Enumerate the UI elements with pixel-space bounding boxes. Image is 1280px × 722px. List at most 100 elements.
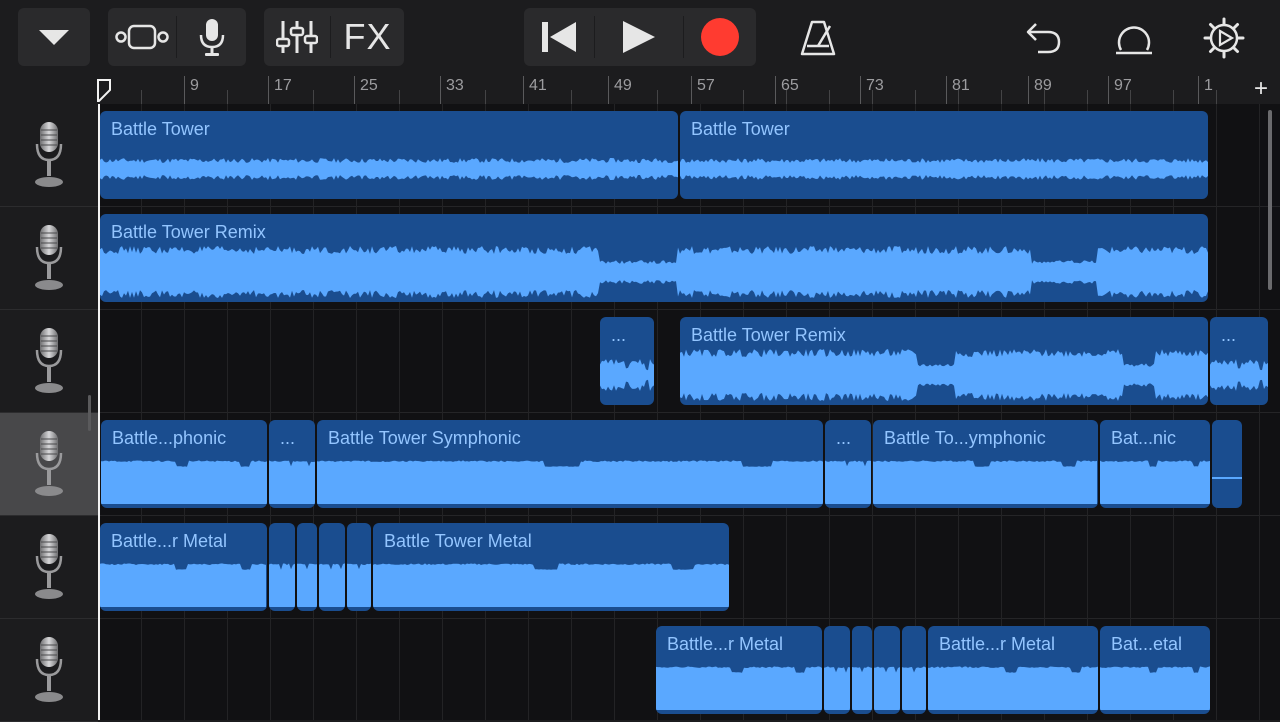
ruler-bar-tick	[268, 76, 269, 104]
tracks-view-icon	[115, 24, 169, 50]
waveform	[269, 460, 315, 504]
track-header[interactable]	[0, 516, 98, 619]
play-icon	[623, 21, 655, 53]
waveform	[824, 666, 850, 710]
audio-region[interactable]: Battle Tower Remix	[100, 214, 1208, 302]
tracks-area[interactable]: Battle Tower Battle Tower Battle Tower Rem…	[98, 104, 1280, 720]
track-header[interactable]	[0, 619, 98, 722]
ruler-bar-number: 57	[697, 77, 715, 94]
ruler-minor-tick	[743, 90, 744, 104]
audio-region[interactable]: Battle Tower Symphonic	[317, 420, 823, 508]
audio-region[interactable]: Battle...r Metal	[656, 626, 822, 714]
track-header[interactable]	[0, 413, 98, 516]
ruler-minor-tick	[1130, 90, 1131, 104]
audio-region[interactable]: Battle Tower	[680, 111, 1208, 199]
audio-region[interactable]: Battle...r Metal	[928, 626, 1098, 714]
ruler-minor-tick	[1173, 90, 1174, 104]
microphone-icon	[35, 225, 63, 290]
go-to-beginning-button[interactable]	[524, 8, 594, 66]
ruler-bar-tick	[1028, 76, 1029, 104]
playhead-handle[interactable]	[97, 76, 111, 102]
ruler-bar-number: 1	[1204, 77, 1213, 94]
audio-region[interactable]	[269, 523, 295, 611]
audio-region[interactable]	[852, 626, 872, 714]
audio-region[interactable]: Battle Tower Metal	[373, 523, 729, 611]
waveform	[373, 563, 729, 607]
settings-button[interactable]	[1194, 10, 1254, 66]
transport-group	[524, 8, 756, 66]
smart-controls-button[interactable]	[177, 8, 246, 66]
ruler-bar-tick	[440, 76, 441, 104]
ruler-minor-tick	[1087, 90, 1088, 104]
ruler-minor-tick	[657, 90, 658, 104]
audio-region[interactable]: ...	[1210, 317, 1268, 405]
waveform	[928, 666, 1098, 710]
header-resize-handle[interactable]	[88, 395, 91, 431]
waveform	[1212, 477, 1242, 479]
ruler-bar-tick	[860, 76, 861, 104]
audio-region[interactable]: ...	[825, 420, 871, 508]
grid-line	[1259, 104, 1260, 720]
audio-region[interactable]: Battle...phonic	[101, 420, 267, 508]
audio-region[interactable]	[319, 523, 345, 611]
microphone-icon	[35, 122, 63, 187]
ruler-bar-number: 25	[360, 77, 378, 94]
audio-region[interactable]: Bat...etal	[1100, 626, 1210, 714]
loop-browser-button[interactable]	[1104, 10, 1164, 66]
region-name: Battle...phonic	[112, 428, 227, 448]
undo-button[interactable]	[1014, 10, 1074, 66]
audio-region[interactable]	[902, 626, 926, 714]
ruler-bar-tick	[1198, 76, 1199, 104]
ruler-minor-tick	[313, 90, 314, 104]
fx-button[interactable]: FX	[331, 8, 404, 66]
playhead[interactable]	[98, 104, 100, 720]
waveform	[852, 666, 872, 710]
ruler-minor-tick	[141, 90, 142, 104]
bar-ruler[interactable]: 9 17 25 33 41 49 57 65 73 81 89 97 1 +	[98, 76, 1280, 105]
audio-region[interactable]: ...	[269, 420, 315, 508]
track-header[interactable]	[0, 104, 98, 207]
skip-back-icon	[542, 22, 576, 52]
ruler-bar-number: 33	[446, 77, 464, 94]
audio-region[interactable]: Bat...nic	[1100, 420, 1210, 508]
ruler-minor-tick	[872, 90, 873, 104]
audio-region[interactable]: Battle...r Metal	[100, 523, 267, 611]
track-header[interactable]	[0, 310, 98, 413]
ruler-minor-tick	[571, 90, 572, 104]
vertical-scrollbar[interactable]	[1268, 110, 1272, 290]
audio-region[interactable]	[1212, 420, 1242, 508]
audio-region[interactable]: Battle Tower Remix	[680, 317, 1208, 405]
tracks-view-button[interactable]	[108, 8, 176, 66]
record-button[interactable]	[684, 8, 756, 66]
grid-line	[1216, 104, 1217, 720]
audio-region[interactable]: ...	[600, 317, 654, 405]
waveform	[347, 563, 371, 607]
ruler-minor-tick	[1044, 90, 1045, 104]
mixer-button[interactable]	[264, 8, 330, 66]
ruler-bar-tick	[1108, 76, 1109, 104]
waveform	[680, 158, 1208, 180]
region-name: Battle To...ymphonic	[884, 428, 1046, 448]
ruler-bar-number: 17	[274, 77, 292, 94]
ruler-minor-tick	[399, 90, 400, 104]
loop-icon	[1116, 26, 1152, 55]
track-headers	[0, 104, 98, 722]
metronome-button[interactable]	[788, 10, 848, 66]
region-name: Bat...nic	[1111, 428, 1177, 448]
ruler-minor-tick	[1001, 90, 1002, 104]
ruler-minor-tick	[958, 90, 959, 104]
audio-region[interactable]: Battle To...ymphonic	[873, 420, 1098, 508]
audio-region[interactable]	[347, 523, 371, 611]
track-header[interactable]	[0, 207, 98, 310]
audio-region[interactable]	[297, 523, 317, 611]
mixer-group: FX	[264, 8, 404, 66]
waveform	[873, 460, 1097, 504]
add-track-button[interactable]: +	[1254, 76, 1268, 102]
audio-region[interactable]: Battle Tower	[100, 111, 678, 199]
waveform	[100, 246, 1208, 298]
audio-region[interactable]	[824, 626, 850, 714]
view-menu-button[interactable]	[18, 8, 90, 66]
play-button[interactable]	[595, 8, 683, 66]
audio-region[interactable]	[874, 626, 900, 714]
waveform	[600, 359, 654, 391]
